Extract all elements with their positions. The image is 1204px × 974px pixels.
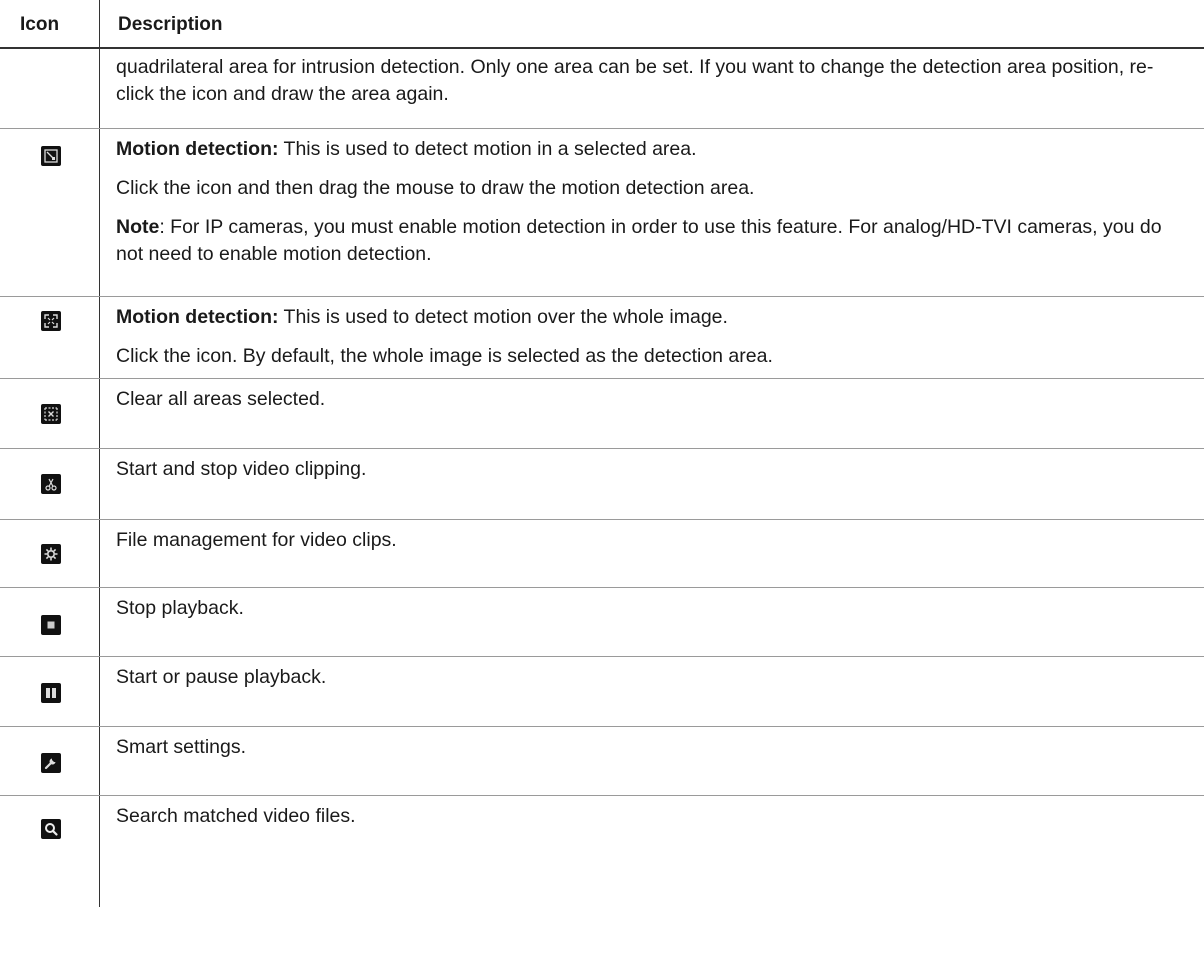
icon-cell (0, 588, 100, 656)
motion-detection-area-icon (41, 146, 61, 166)
icon-cell (0, 449, 100, 519)
description-text: Note: For IP cameras, you must enable mo… (116, 216, 1162, 265)
icon-cell (0, 49, 100, 128)
fullscreen-detection-icon (41, 311, 61, 331)
description-text: Smart settings. (116, 736, 247, 758)
table-header: Icon Description (0, 0, 1204, 49)
description-cell: Motion detection: This is used to detect… (116, 136, 1180, 268)
header-icon-label: Icon (20, 14, 60, 35)
icon-cell (0, 796, 100, 907)
description-text: Click the icon. By default, the whole im… (116, 345, 773, 367)
description-text: Motion detection: This is used to detect… (116, 306, 728, 328)
header-description-label: Description (118, 14, 223, 35)
description-text: Search matched video files. (116, 805, 356, 827)
scissors-icon (41, 474, 61, 494)
icon-cell (0, 520, 100, 587)
description-cell: Start and stop video clipping. (116, 456, 1180, 483)
icon-cell (0, 297, 100, 378)
clear-areas-icon (41, 404, 61, 424)
description-text: Start and stop video clipping. (116, 458, 367, 480)
icon-cell (0, 727, 100, 795)
description-cell: File management for video clips. (116, 527, 1180, 554)
table-row: Clear all areas selected. (0, 379, 1204, 449)
description-cell: quadrilateral area for intrusion detecti… (116, 54, 1180, 108)
table-row: Motion detection: This is used to detect… (0, 129, 1204, 297)
table-row: Start and stop video clipping. (0, 449, 1204, 520)
pause-icon (41, 683, 61, 703)
icon-cell (0, 379, 100, 448)
table-row: Stop playback. (0, 588, 1204, 657)
description-text: Click the icon and then drag the mouse t… (116, 177, 755, 199)
table-row: Search matched video files. (0, 796, 1204, 907)
description-text: Stop playback. (116, 597, 244, 619)
icon-description-table: Icon Description quadrilateral area for … (0, 0, 1204, 907)
table-row: File management for video clips. (0, 520, 1204, 588)
description-cell: Search matched video files. (116, 803, 1180, 830)
description-cell: Clear all areas selected. (116, 386, 1180, 413)
wrench-icon (41, 753, 61, 773)
stop-icon (41, 615, 61, 635)
icon-cell (0, 657, 100, 726)
table-row: Smart settings. (0, 727, 1204, 796)
description-cell: Stop playback. (116, 595, 1180, 622)
description-text: Clear all areas selected. (116, 388, 326, 410)
description-text: File management for video clips. (116, 529, 397, 551)
description-cell: Smart settings. (116, 734, 1180, 761)
description-text: Motion detection: This is used to detect… (116, 138, 697, 160)
table-row: Motion detection: This is used to detect… (0, 297, 1204, 379)
table-row: quadrilateral area for intrusion detecti… (0, 49, 1204, 129)
description-text: Start or pause playback. (116, 666, 327, 688)
search-icon (41, 819, 61, 839)
icon-cell (0, 129, 100, 296)
gear-icon (41, 544, 61, 564)
description-cell: Start or pause playback. (116, 664, 1180, 691)
description-text: quadrilateral area for intrusion detecti… (116, 56, 1154, 105)
description-cell: Motion detection: This is used to detect… (116, 304, 1180, 370)
table-row: Start or pause playback. (0, 657, 1204, 727)
